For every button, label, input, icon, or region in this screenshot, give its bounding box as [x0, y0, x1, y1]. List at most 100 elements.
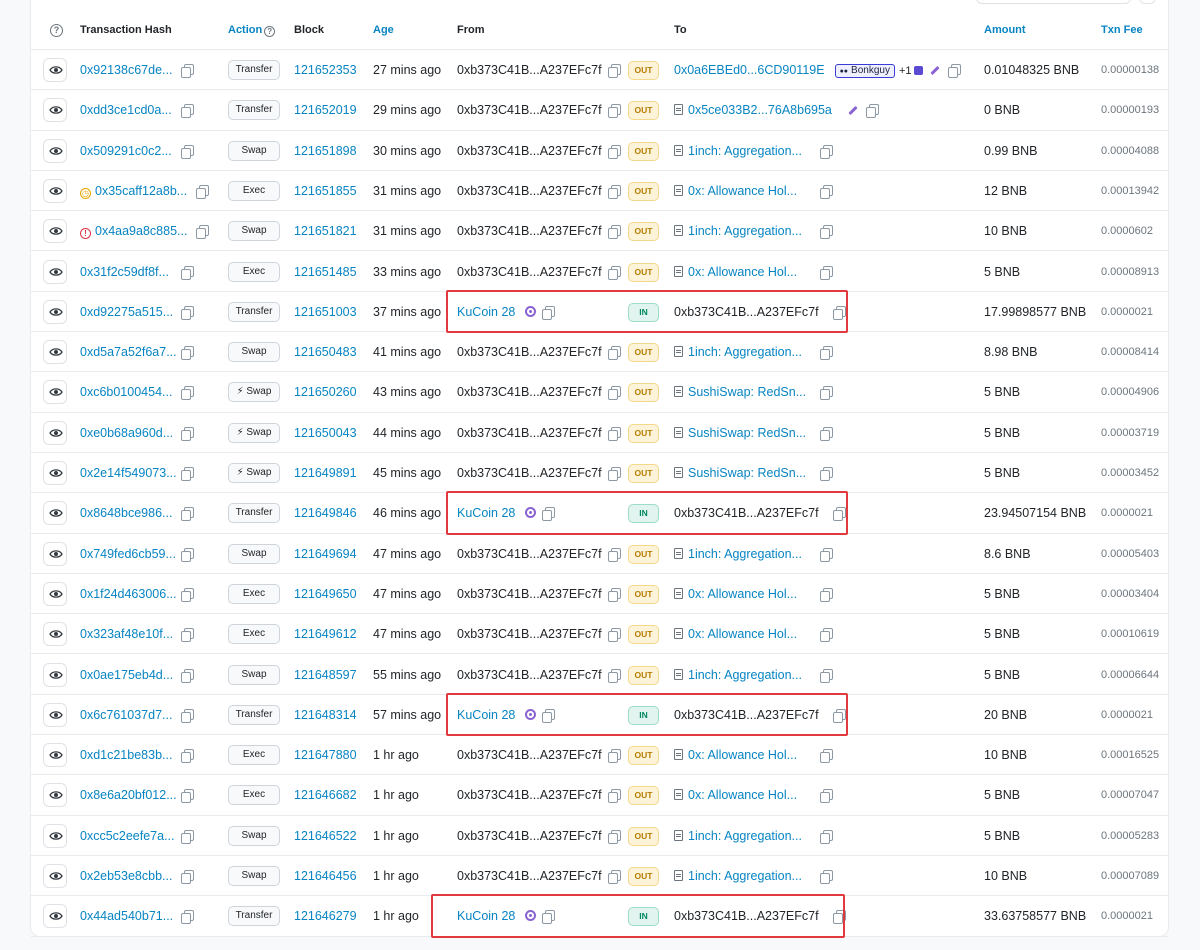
tx-hash[interactable]: 0xd1c21be83b... [80, 735, 172, 775]
pen-icon[interactable] [848, 106, 858, 116]
tx-hash-text[interactable]: 0x92138c67de... [80, 63, 172, 77]
copy-icon[interactable] [832, 305, 846, 320]
tx-hash-text[interactable]: 0x8e6a20bf012... [80, 788, 177, 802]
from-address[interactable]: 0xb373C41B...A237EFc7f [457, 345, 602, 359]
to-contract[interactable]: 1inch: Aggregation... [688, 534, 806, 574]
copy-icon[interactable] [196, 184, 209, 199]
copy-icon[interactable] [181, 587, 194, 602]
eye-icon[interactable] [43, 340, 67, 365]
eye-icon[interactable] [43, 541, 67, 566]
copy-icon[interactable] [542, 708, 556, 723]
copy-icon[interactable] [820, 225, 833, 240]
tx-hash[interactable]: 0x92138c67de... [80, 50, 172, 90]
copy-icon[interactable] [607, 225, 621, 240]
to-contract[interactable]: 1inch: Aggregation... [688, 816, 806, 856]
eye-icon[interactable] [43, 743, 67, 768]
eye-icon[interactable] [43, 823, 67, 848]
block-number[interactable]: 121649694 [294, 534, 357, 574]
to-contract[interactable]: 0x: Allowance Hol... [688, 735, 806, 775]
copy-icon[interactable] [820, 789, 833, 804]
more-tags-count[interactable]: +1 [899, 65, 912, 77]
eye-icon[interactable] [43, 702, 67, 727]
to-contract[interactable]: 0x: Allowance Hol... [688, 171, 806, 211]
copy-icon[interactable] [820, 265, 833, 280]
eye-icon[interactable] [43, 219, 67, 244]
from-address[interactable]: 0xb373C41B...A237EFc7f [457, 63, 602, 77]
copy-icon[interactable] [607, 184, 621, 199]
eye-icon[interactable] [43, 380, 67, 405]
tx-hash[interactable]: 0x749fed6cb59... [80, 534, 176, 574]
to-contract[interactable]: 1inch: Aggregation... [688, 211, 806, 251]
eye-icon[interactable] [43, 581, 67, 606]
to-contract[interactable]: 0x: Allowance Hol... [688, 574, 806, 614]
to-address[interactable]: 0x5ce033B2...76A8b695a [688, 103, 832, 117]
copy-icon[interactable] [820, 547, 833, 562]
tx-hash[interactable]: 0x8e6a20bf012... [80, 775, 177, 815]
copy-icon[interactable] [607, 547, 621, 562]
eye-icon[interactable] [43, 98, 67, 123]
copy-icon[interactable] [181, 870, 194, 884]
copy-icon[interactable] [181, 305, 194, 320]
copy-icon[interactable] [181, 749, 194, 764]
to-contract[interactable]: 1inch: Aggregation... [688, 131, 806, 171]
from-address[interactable]: 0xb373C41B...A237EFc7f [457, 587, 602, 601]
from-label[interactable]: KuCoin 28 [457, 909, 515, 923]
tx-hash-text[interactable]: 0xd92275a515... [80, 305, 173, 319]
block-number[interactable]: 121647880 [294, 735, 357, 775]
copy-icon[interactable] [607, 749, 621, 764]
tx-hash-text[interactable]: 0x8648bce986... [80, 506, 172, 520]
tx-hash[interactable]: 0x509291c0c2... [80, 131, 172, 171]
col-amount[interactable]: Amount [984, 24, 1026, 36]
tx-hash[interactable]: 0x0ae175eb4d... [80, 655, 173, 695]
tx-hash[interactable]: 0x2eb53e8cbb... [80, 856, 172, 896]
tx-hash[interactable]: 0xd92275a515... [80, 292, 173, 332]
tx-hash[interactable]: 0x44ad540b71... [80, 896, 173, 936]
copy-icon[interactable] [820, 587, 833, 602]
copy-icon[interactable] [820, 628, 833, 643]
copy-icon[interactable] [832, 910, 846, 925]
tx-hash[interactable]: 0x2e14f549073... [80, 453, 177, 493]
copy-icon[interactable] [820, 184, 833, 199]
to-contract[interactable]: SushiSwap: RedSn... [688, 453, 806, 493]
copy-icon[interactable] [820, 467, 833, 481]
tx-hash-text[interactable]: 0xdd3ce1cd0a... [80, 103, 172, 117]
copy-icon[interactable] [181, 910, 194, 925]
copy-icon[interactable] [607, 467, 621, 481]
col-txn-fee[interactable]: Txn Fee [1101, 24, 1143, 36]
eye-icon[interactable] [43, 138, 67, 163]
from-address[interactable]: 0xb373C41B...A237EFc7f [457, 103, 602, 117]
to-contract[interactable]: 0x: Allowance Hol... [688, 775, 806, 815]
copy-icon[interactable] [607, 829, 621, 844]
copy-icon[interactable] [607, 104, 621, 119]
col-age[interactable]: Age [373, 24, 394, 36]
tx-hash[interactable]: 0xc6b0100454... [80, 372, 172, 412]
copy-icon[interactable] [832, 708, 846, 723]
copy-icon[interactable] [181, 467, 194, 481]
copy-icon[interactable] [181, 386, 194, 401]
from-address[interactable]: 0xb373C41B...A237EFc7f [457, 869, 602, 883]
copy-icon[interactable] [607, 144, 621, 159]
copy-icon[interactable] [820, 346, 833, 361]
copy-icon[interactable] [865, 104, 879, 119]
from-address[interactable]: 0xb373C41B...A237EFc7f [457, 668, 602, 682]
copy-icon[interactable] [607, 587, 621, 602]
eye-icon[interactable] [43, 783, 67, 808]
copy-icon[interactable] [820, 870, 833, 884]
from-address[interactable]: 0xb373C41B...A237EFc7f [457, 627, 602, 641]
block-number[interactable]: 121646279 [294, 896, 357, 936]
copy-icon[interactable] [181, 547, 194, 562]
toolbar-button-partial[interactable] [1139, 0, 1156, 4]
copy-icon[interactable] [181, 144, 194, 159]
copy-icon[interactable] [820, 829, 833, 844]
block-number[interactable]: 121648597 [294, 655, 357, 695]
copy-icon[interactable] [181, 628, 194, 643]
to-contract[interactable]: SushiSwap: RedSn... [688, 372, 806, 412]
copy-icon[interactable] [181, 346, 194, 361]
from-label[interactable]: KuCoin 28 [457, 305, 515, 319]
copy-icon[interactable] [607, 346, 621, 361]
copy-icon[interactable] [820, 386, 833, 401]
tx-hash[interactable]: 0xdd3ce1cd0a... [80, 90, 172, 130]
tx-hash-text[interactable]: 0xd5a7a52f6a7... [80, 345, 177, 359]
copy-icon[interactable] [542, 507, 556, 522]
block-number[interactable]: 121652019 [294, 90, 357, 130]
